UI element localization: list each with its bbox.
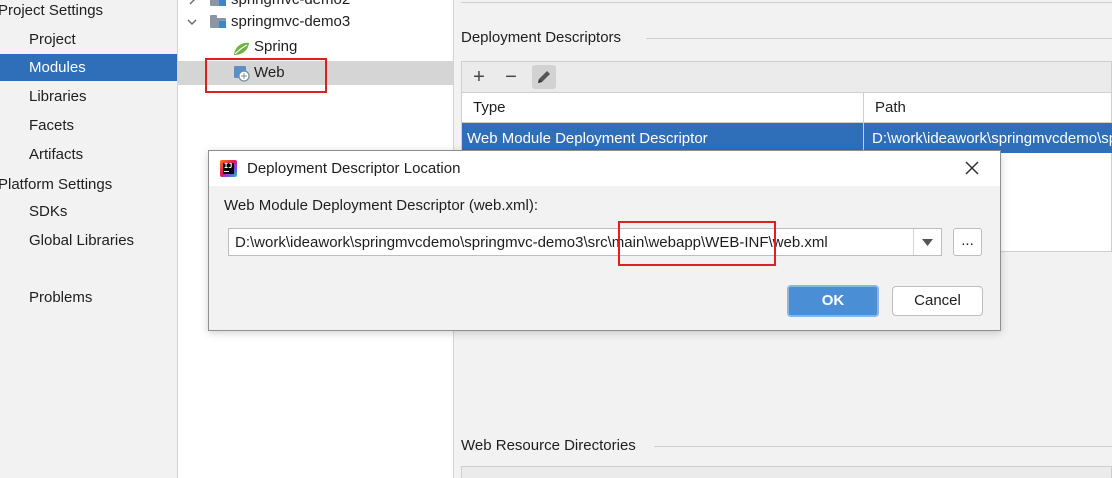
sidebar-item-project[interactable]: Project — [0, 26, 177, 53]
ok-button[interactable]: OK — [787, 285, 879, 317]
divider — [461, 2, 1112, 3]
web-facet-highlight — [205, 58, 327, 93]
web-resource-directories-title: Web Resource Directories — [461, 437, 636, 454]
column-header-type[interactable]: Type — [462, 93, 864, 123]
chevron-down-icon[interactable] — [187, 17, 197, 27]
module-folder-icon — [210, 0, 226, 6]
tree-item-springmvc-demo3[interactable]: springmvc-demo3 — [178, 10, 453, 34]
close-icon[interactable] — [957, 153, 987, 183]
tree-item-label: springmvc-demo3 — [231, 13, 351, 30]
sidebar-item-artifacts[interactable]: Artifacts — [0, 141, 177, 168]
deployment-descriptors-title: Deployment Descriptors — [461, 29, 622, 46]
browse-button[interactable]: ... — [953, 228, 982, 256]
edit-button[interactable] — [532, 65, 556, 89]
platform-settings-header: Platform Settings — [0, 176, 113, 193]
sidebar-item-modules[interactable]: Modules — [0, 54, 177, 81]
sidebar-item-facets[interactable]: Facets — [0, 112, 177, 139]
pencil-icon — [538, 71, 550, 83]
column-header-path[interactable]: Path — [864, 93, 1112, 123]
dropdown-arrow-button[interactable] — [914, 229, 941, 255]
descriptor-type-cell: Web Module Deployment Descriptor — [462, 123, 864, 153]
intellij-app-icon: IJ — [220, 160, 237, 177]
sidebar-item-sdks[interactable]: SDKs — [0, 198, 177, 225]
sidebar-item-problems[interactable]: Problems — [0, 284, 177, 311]
settings-sidebar: Project Settings Project Modules Librari… — [0, 0, 178, 478]
remove-button[interactable]: − — [499, 65, 523, 89]
sidebar-item-libraries[interactable]: Libraries — [0, 83, 177, 110]
cancel-button[interactable]: Cancel — [892, 286, 983, 316]
divider — [654, 446, 1112, 447]
descriptors-toolbar: + − — [461, 61, 1112, 92]
deployment-descriptor-location-dialog: IJ Deployment Descriptor Location Web Mo… — [208, 150, 1001, 331]
divider — [646, 38, 1112, 39]
chevron-down-icon — [922, 239, 933, 246]
descriptor-path-combobox[interactable]: D:\work\ideawork\springmvcdemo\springmvc… — [228, 228, 942, 256]
descriptor-path-cell: D:\work\ideawork\springmvcdemo\springmvc… — [872, 130, 1112, 147]
dialog-titlebar: IJ Deployment Descriptor Location — [209, 151, 1000, 186]
descriptor-path-input[interactable]: D:\work\ideawork\springmvcdemo\springmvc… — [229, 229, 913, 255]
table-row[interactable]: Web Module Deployment Descriptor D:\work… — [462, 123, 1112, 153]
sidebar-item-global-libraries[interactable]: Global Libraries — [0, 227, 177, 254]
path-segment-highlight — [618, 221, 776, 266]
web-resource-toolbar — [461, 466, 1112, 478]
chevron-right-icon[interactable] — [187, 0, 197, 5]
tree-item-label: Spring — [254, 38, 298, 55]
tree-item-spring[interactable]: Spring — [178, 35, 453, 59]
module-folder-icon — [210, 15, 226, 28]
add-button[interactable]: + — [467, 65, 491, 89]
dialog-title: Deployment Descriptor Location — [247, 160, 461, 177]
project-settings-header: Project Settings — [0, 2, 104, 19]
descriptor-path-label: Web Module Deployment Descriptor (web.xm… — [224, 197, 538, 214]
